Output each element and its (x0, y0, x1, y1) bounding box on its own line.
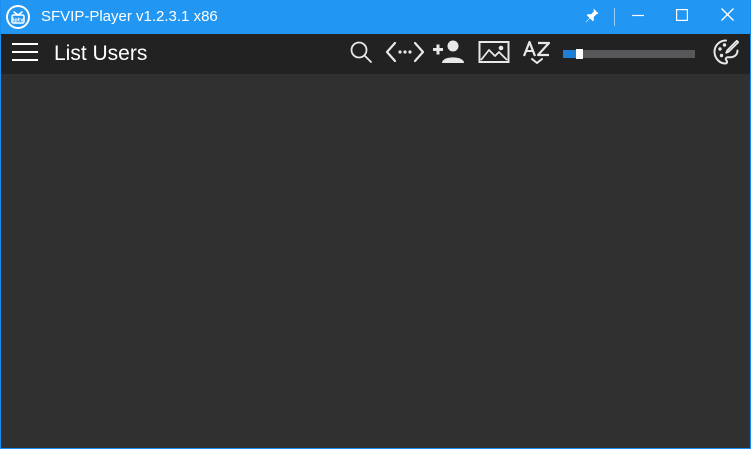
minimize-button[interactable] (619, 0, 657, 34)
search-icon (349, 40, 373, 69)
minimize-icon (632, 8, 644, 26)
slider-fill (563, 50, 576, 58)
image-button[interactable] (477, 40, 511, 68)
app-window: iptv SFVIP-Player v1.2.3.1 x86 List User… (0, 0, 751, 449)
page-title: List Users (54, 42, 148, 65)
palette-icon (712, 38, 740, 71)
window-title: SFVIP-Player v1.2.3.1 x86 (41, 8, 218, 25)
toolbar: List Users (1, 34, 750, 74)
svg-text:iptv: iptv (13, 18, 25, 24)
pin-button[interactable] (577, 0, 607, 34)
add-user-icon (432, 39, 466, 70)
code-button[interactable] (385, 40, 425, 68)
theme-button[interactable] (709, 38, 743, 71)
maximize-icon (676, 8, 689, 26)
close-icon (720, 8, 734, 26)
slider-thumb[interactable] (576, 49, 583, 59)
sort-button[interactable] (521, 40, 553, 68)
zoom-slider[interactable] (563, 49, 695, 59)
add-user-button[interactable] (431, 40, 467, 68)
titlebar-separator (614, 8, 615, 26)
sort-az-icon (522, 38, 552, 71)
maximize-button[interactable] (663, 0, 701, 34)
close-button[interactable] (707, 0, 747, 34)
app-logo-icon: iptv (5, 4, 31, 30)
menu-button[interactable] (11, 42, 39, 66)
code-brackets-icon (385, 40, 425, 69)
image-icon (478, 40, 510, 69)
search-button[interactable] (347, 40, 375, 68)
title-bar[interactable]: iptv SFVIP-Player v1.2.3.1 x86 (1, 0, 750, 34)
hamburger-menu-icon (12, 41, 38, 68)
user-list-area (1, 74, 750, 448)
pin-icon (584, 7, 600, 28)
